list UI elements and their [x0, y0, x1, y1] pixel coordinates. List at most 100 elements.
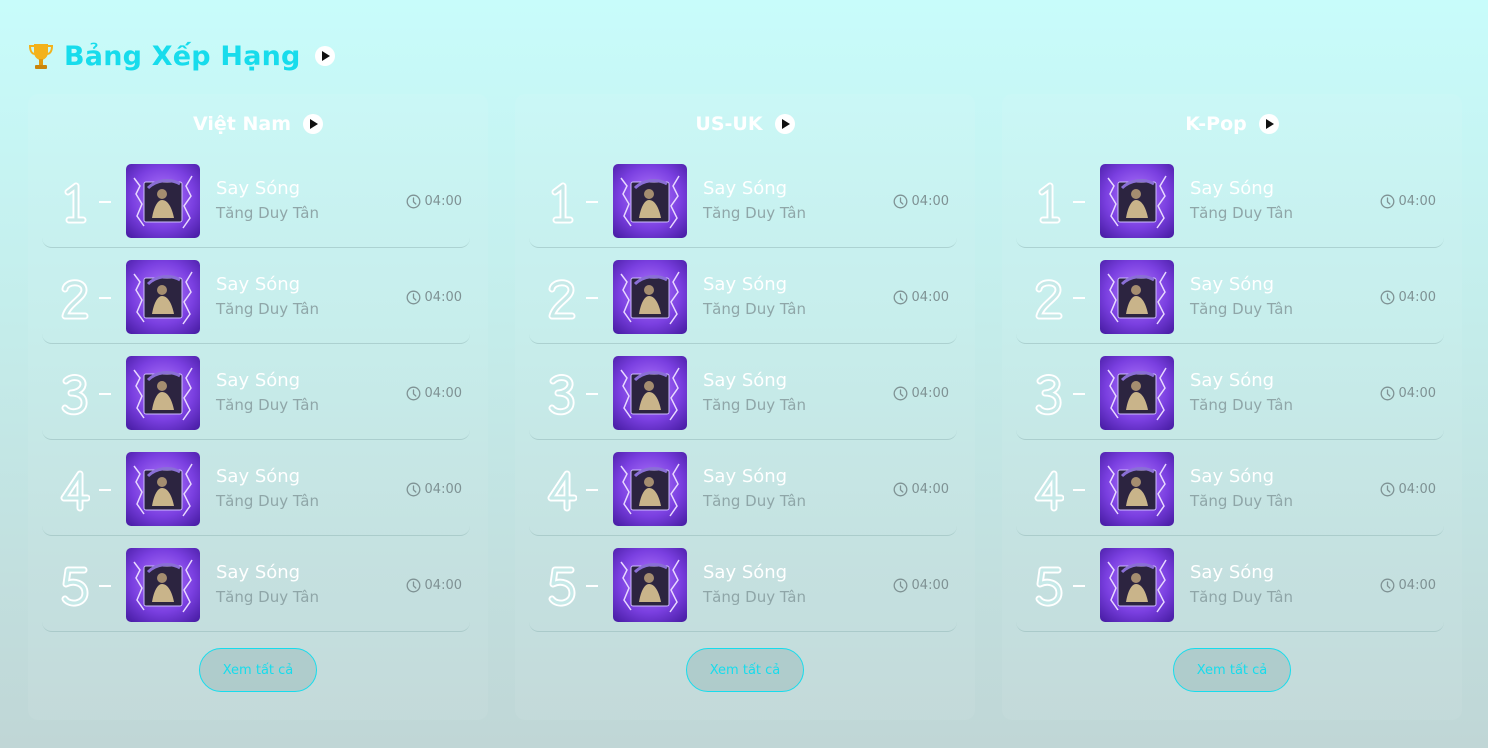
song-row[interactable]: Say Sóng Tăng Duy Tân 04:00	[42, 356, 470, 440]
rank-number	[1035, 374, 1062, 416]
clock-icon	[406, 482, 420, 496]
duration-text: 04:00	[424, 577, 462, 593]
artist-name[interactable]: Tăng Duy Tân	[1190, 204, 1293, 222]
song-duration: 04:00	[893, 480, 949, 498]
rank-dash	[1073, 585, 1085, 587]
rank-number	[1035, 279, 1063, 320]
rank-dash	[99, 201, 111, 203]
song-title[interactable]: Say Sóng	[216, 370, 300, 391]
album-cover-image[interactable]	[126, 548, 200, 622]
rank-number	[64, 182, 87, 224]
song-title[interactable]: Say Sóng	[703, 178, 787, 199]
album-cover-image[interactable]	[613, 548, 687, 622]
album-cover-image[interactable]	[613, 452, 687, 526]
artist-name[interactable]: Tăng Duy Tân	[216, 492, 319, 510]
song-row[interactable]: Say Sóng Tăng Duy Tân 04:00	[42, 260, 470, 344]
song-row[interactable]: Say Sóng Tăng Duy Tân 04:00	[1016, 260, 1444, 344]
artist-name[interactable]: Tăng Duy Tân	[1190, 492, 1293, 510]
artist-name[interactable]: Tăng Duy Tân	[216, 300, 319, 318]
song-title[interactable]: Say Sóng	[1190, 274, 1274, 295]
song-title[interactable]: Say Sóng	[216, 466, 300, 487]
song-duration: 04:00	[1380, 192, 1436, 210]
see-all-button[interactable]: Xem tất cả	[1173, 648, 1291, 692]
clock-icon	[1380, 194, 1394, 208]
rank-number	[548, 374, 575, 416]
song-row[interactable]: Say Sóng Tăng Duy Tân 04:00	[529, 356, 957, 440]
artist-name[interactable]: Tăng Duy Tân	[216, 204, 319, 222]
album-cover-image[interactable]	[126, 260, 200, 334]
album-cover-image[interactable]	[1100, 260, 1174, 334]
song-row[interactable]: Say Sóng Tăng Duy Tân 04:00	[529, 260, 957, 344]
song-row[interactable]: Say Sóng Tăng Duy Tân 04:00	[529, 548, 957, 632]
page-header: Bảng Xếp Hạng	[28, 38, 335, 74]
song-title[interactable]: Say Sóng	[216, 562, 300, 583]
artist-name[interactable]: Tăng Duy Tân	[703, 396, 806, 414]
song-duration: 04:00	[406, 576, 462, 594]
play-chart-button[interactable]	[1258, 114, 1279, 134]
rank-dash	[99, 393, 111, 395]
album-cover-image[interactable]	[1100, 452, 1174, 526]
play-chart-button[interactable]	[774, 114, 795, 134]
song-duration: 04:00	[893, 576, 949, 594]
rank-dash	[586, 489, 598, 491]
song-row[interactable]: Say Sóng Tăng Duy Tân 04:00	[1016, 164, 1444, 248]
song-title[interactable]: Say Sóng	[216, 274, 300, 295]
album-cover-image[interactable]	[1100, 164, 1174, 238]
song-title[interactable]: Say Sóng	[1190, 466, 1274, 487]
duration-text: 04:00	[911, 481, 949, 497]
song-title[interactable]: Say Sóng	[216, 178, 300, 199]
song-title[interactable]: Say Sóng	[703, 370, 787, 391]
artist-name[interactable]: Tăng Duy Tân	[703, 204, 806, 222]
artist-name[interactable]: Tăng Duy Tân	[1190, 396, 1293, 414]
artist-name[interactable]: Tăng Duy Tân	[1190, 300, 1293, 318]
duration-text: 04:00	[424, 385, 462, 401]
song-row[interactable]: Say Sóng Tăng Duy Tân 04:00	[1016, 356, 1444, 440]
artist-name[interactable]: Tăng Duy Tân	[1190, 588, 1293, 606]
duration-text: 04:00	[1398, 481, 1436, 497]
artist-name[interactable]: Tăng Duy Tân	[216, 396, 319, 414]
song-title[interactable]: Say Sóng	[703, 466, 787, 487]
clock-icon	[1380, 482, 1394, 496]
song-duration: 04:00	[893, 192, 949, 210]
artist-name[interactable]: Tăng Duy Tân	[703, 492, 806, 510]
rank-number	[1038, 182, 1061, 224]
chart-column-us-uk: US-UK Say Sóng Tăng Duy Tân 04:00 Say Só…	[515, 94, 975, 720]
trophy-icon	[28, 44, 54, 69]
song-duration: 04:00	[1380, 384, 1436, 402]
album-cover-image[interactable]	[126, 356, 200, 430]
song-row[interactable]: Say Sóng Tăng Duy Tân 04:00	[42, 548, 470, 632]
play-icon	[1265, 119, 1274, 129]
song-row[interactable]: Say Sóng Tăng Duy Tân 04:00	[42, 164, 470, 248]
duration-text: 04:00	[911, 577, 949, 593]
artist-name[interactable]: Tăng Duy Tân	[703, 300, 806, 318]
album-cover-image[interactable]	[1100, 548, 1174, 622]
rank-dash	[586, 297, 598, 299]
song-title[interactable]: Say Sóng	[1190, 562, 1274, 583]
album-cover-image[interactable]	[613, 356, 687, 430]
artist-name[interactable]: Tăng Duy Tân	[703, 588, 806, 606]
album-cover-image[interactable]	[126, 164, 200, 238]
song-title[interactable]: Say Sóng	[703, 562, 787, 583]
song-row[interactable]: Say Sóng Tăng Duy Tân 04:00	[529, 164, 957, 248]
album-cover-image[interactable]	[1100, 356, 1174, 430]
album-cover-image[interactable]	[126, 452, 200, 526]
song-row[interactable]: Say Sóng Tăng Duy Tân 04:00	[529, 452, 957, 536]
page-title: Bảng Xếp Hạng	[64, 40, 301, 72]
play-icon	[781, 119, 790, 129]
play-chart-button[interactable]	[303, 114, 323, 134]
see-all-button[interactable]: Xem tất cả	[686, 648, 804, 692]
chart-columns: Việt Nam Say Sóng Tăng Duy Tân 04:00 Say…	[28, 94, 1464, 720]
song-row[interactable]: Say Sóng Tăng Duy Tân 04:00	[1016, 452, 1444, 536]
song-row[interactable]: Say Sóng Tăng Duy Tân 04:00	[42, 452, 470, 536]
album-cover-image[interactable]	[613, 164, 687, 238]
song-title[interactable]: Say Sóng	[703, 274, 787, 295]
album-cover-image[interactable]	[613, 260, 687, 334]
song-row[interactable]: Say Sóng Tăng Duy Tân 04:00	[1016, 548, 1444, 632]
see-all-button[interactable]: Xem tất cả	[199, 648, 317, 692]
artist-name[interactable]: Tăng Duy Tân	[216, 588, 319, 606]
chart-column-header: US-UK	[515, 112, 975, 136]
song-title[interactable]: Say Sóng	[1190, 370, 1274, 391]
song-title[interactable]: Say Sóng	[1190, 178, 1274, 199]
rank-number	[1035, 566, 1063, 607]
play-all-button[interactable]	[314, 46, 335, 66]
